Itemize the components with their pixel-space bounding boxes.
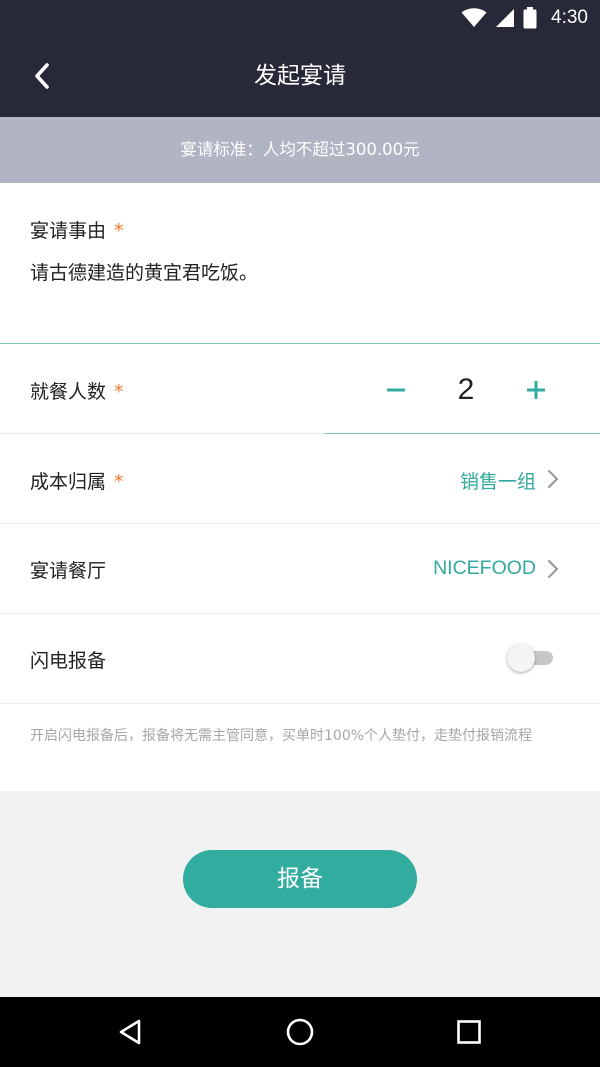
status-bar: 4:30 <box>0 0 600 36</box>
increase-button[interactable] <box>514 368 558 412</box>
nav-recents-button[interactable] <box>447 1010 491 1054</box>
restaurant-value[interactable]: NICEFOOD <box>433 557 536 580</box>
chevron-right-icon[interactable] <box>544 558 562 580</box>
restaurant-label: 宴请餐厅 <box>30 560 107 582</box>
standard-notice: 宴请标准：人均不超过300.00元 <box>0 117 600 183</box>
flash-report-hint: 开启闪电报备后，报备将无需主管同意，买单时100%个人垫付，走垫付报销流程 <box>30 728 533 744</box>
required-mark: * <box>114 471 124 493</box>
back-triangle-icon <box>119 1019 141 1045</box>
required-mark: * <box>114 381 124 403</box>
required-mark: * <box>114 220 124 242</box>
submit-button[interactable]: 报备 <box>183 850 417 908</box>
back-button[interactable] <box>22 56 62 96</box>
diners-label: 就餐人数 * <box>30 377 124 404</box>
flash-report-label: 闪电报备 <box>30 650 107 672</box>
wifi-icon <box>461 8 487 27</box>
diners-count[interactable]: 2 <box>440 370 492 410</box>
diners-label-text: 就餐人数 <box>30 381 107 403</box>
minus-icon <box>387 388 405 392</box>
system-nav-bar <box>0 997 600 1067</box>
status-icons: 4:30 <box>461 6 588 30</box>
cost-center-value[interactable]: 销售一组 <box>460 467 536 494</box>
toggle-knob <box>507 644 535 672</box>
decrease-button[interactable] <box>374 368 418 412</box>
battery-icon <box>523 7 537 29</box>
page-title: 发起宴请 <box>254 63 346 89</box>
signal-icon <box>496 9 515 27</box>
chevron-right-icon[interactable] <box>544 468 562 490</box>
recents-square-icon <box>457 1020 481 1044</box>
cost-center-label-text: 成本归属 <box>30 471 107 493</box>
reason-label-text: 宴请事由 <box>30 220 107 242</box>
status-time: 4:30 <box>551 7 588 28</box>
home-circle-icon <box>286 1018 314 1046</box>
plus-icon <box>527 381 545 399</box>
chevron-left-icon <box>35 63 49 89</box>
nav-back-button[interactable] <box>109 1010 153 1054</box>
flash-report-toggle[interactable] <box>507 644 555 672</box>
app-bar: 发起宴请 <box>0 36 600 117</box>
nav-home-button[interactable] <box>278 1010 322 1054</box>
reason-input[interactable]: 请古德建造的黄宜君吃饭。 <box>30 258 258 285</box>
cost-center-label: 成本归属 * <box>30 467 124 494</box>
reason-label: 宴请事由 * <box>30 216 124 243</box>
hint-section <box>0 704 600 791</box>
